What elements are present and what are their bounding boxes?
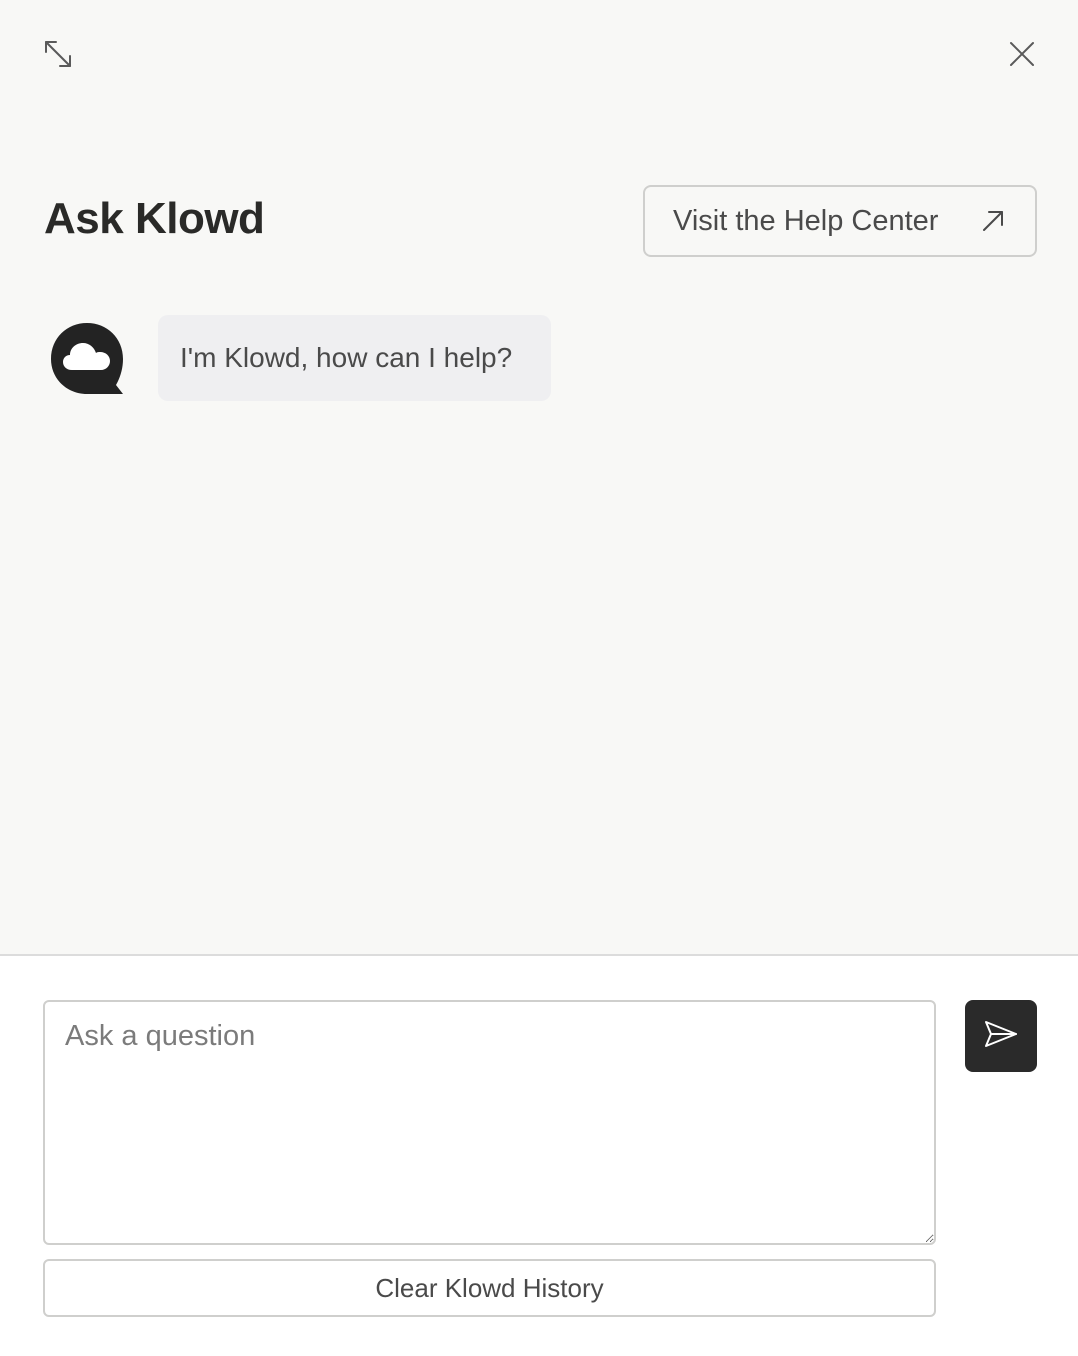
paper-plane-send-icon bbox=[984, 1019, 1018, 1054]
expand-diagonal-icon bbox=[43, 39, 73, 74]
expand-button[interactable] bbox=[36, 34, 80, 78]
klowd-cloud-logo-icon bbox=[50, 323, 124, 400]
assistant-message-bubble: I'm Klowd, how can I help? bbox=[158, 315, 551, 401]
close-icon bbox=[1009, 41, 1035, 72]
ask-klowd-panel: Ask Klowd Visit the Help Center I'm Klow… bbox=[0, 0, 1078, 1356]
close-button[interactable] bbox=[1000, 34, 1044, 78]
chat-area: Ask Klowd Visit the Help Center I'm Klow… bbox=[0, 0, 1078, 956]
clear-history-label: Clear Klowd History bbox=[375, 1272, 604, 1303]
send-button[interactable] bbox=[965, 1000, 1037, 1072]
page-title: Ask Klowd bbox=[44, 194, 265, 243]
help-center-label: Visit the Help Center bbox=[673, 204, 939, 237]
klowd-avatar bbox=[50, 322, 124, 396]
assistant-message-text: I'm Klowd, how can I help? bbox=[180, 342, 513, 373]
external-arrow-icon bbox=[979, 207, 1007, 235]
help-center-button[interactable]: Visit the Help Center bbox=[643, 185, 1037, 257]
clear-history-button[interactable]: Clear Klowd History bbox=[43, 1259, 936, 1317]
question-input[interactable] bbox=[43, 1000, 936, 1245]
